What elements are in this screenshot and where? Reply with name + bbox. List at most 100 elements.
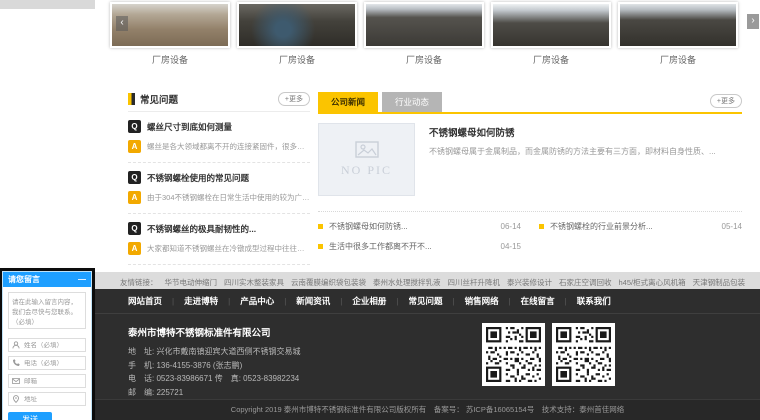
friendly-link[interactable]: 泰州水处理搅拌乳液	[373, 278, 441, 287]
faq-question[interactable]: 螺丝尺寸到底如何测量	[147, 121, 232, 133]
factory-photo[interactable]	[491, 2, 611, 48]
footer-nav-message[interactable]: 在线留言	[521, 295, 555, 307]
gallery-card[interactable]: 厂房设备	[237, 2, 357, 66]
news-tabs: 公司新闻 行业动态 +更多	[318, 92, 742, 114]
footer-nav-contact[interactable]: 联系我们	[577, 295, 611, 307]
gallery-card[interactable]: 厂房设备	[618, 2, 738, 66]
tab-company-news[interactable]: 公司新闻	[318, 92, 378, 112]
tab-industry-news[interactable]: 行业动态	[382, 92, 442, 112]
minimize-icon[interactable]: —	[78, 276, 86, 284]
page: 厂房设备 厂房设备 厂房设备 厂房设备 厂房设备 ‹ › 常见问题 +更多 Q	[0, 0, 760, 420]
phone-input[interactable]	[24, 360, 82, 367]
qr-code	[552, 323, 615, 386]
company-zip: 邮 编: 225721	[128, 386, 760, 400]
footer-nav-home[interactable]: 网站首页	[128, 295, 162, 307]
qr-codes	[482, 323, 615, 386]
gallery-card[interactable]: 厂房设备	[110, 2, 230, 66]
faq-question[interactable]: 不锈钢螺丝的极具耐韧性的...	[147, 223, 256, 235]
photo-caption: 厂房设备	[491, 53, 611, 66]
message-widget-header[interactable]: 请您留言 —	[3, 272, 91, 287]
news-list-item[interactable]: 不锈钢螺母如何防锈... 06-14	[318, 221, 521, 232]
message-widget: 请您留言 —	[2, 271, 92, 420]
footer: 网站首页| 走进博特| 产品中心| 新闻资讯| 企业相册| 常见问题| 销售网络…	[95, 289, 760, 420]
footer-nav-products[interactable]: 产品中心	[240, 295, 274, 307]
section-bar-icon	[128, 93, 135, 105]
nav-separator: |	[452, 297, 454, 306]
footer-nav-about[interactable]: 走进博特	[184, 295, 218, 307]
faq-answer: 大家都知道不锈钢螺丝在冷镦成型过程中往往需要用于不...	[147, 243, 310, 254]
footer-nav-faq[interactable]: 常见问题	[408, 295, 442, 307]
friendly-link[interactable]: h45/柜式离心风机箱	[619, 278, 686, 287]
gallery-card[interactable]: 厂房设备	[491, 2, 611, 66]
nav-separator: |	[340, 297, 342, 306]
friendly-link[interactable]: 云南覆膜编织袋包装袋	[291, 278, 366, 287]
footer-nav-news[interactable]: 新闻资讯	[296, 295, 330, 307]
news-list: 不锈钢螺母如何防锈... 06-14 不锈钢螺栓的行业前景分析... 05-14…	[318, 211, 742, 252]
phone-icon	[12, 359, 20, 367]
company-phone-fax: 电 话: 0523-83986671 传 真: 0523-83982234	[128, 372, 760, 386]
factory-photo[interactable]	[364, 2, 484, 48]
news-item-title[interactable]: 生活中很多工作都离不开不...	[329, 241, 493, 252]
q-badge-icon: Q	[128, 222, 141, 235]
friendly-link[interactable]: 四川丝杆升降机	[448, 278, 501, 287]
photo-caption: 厂房设备	[618, 53, 738, 66]
location-icon	[12, 395, 20, 403]
a-badge-icon: A	[128, 140, 141, 153]
friendly-link[interactable]: 华节电动伸缩门	[165, 278, 218, 287]
message-widget-title: 请您留言	[8, 274, 40, 285]
bullet-icon	[539, 224, 544, 229]
carousel-next-icon[interactable]: ›	[747, 14, 759, 29]
friendly-links-bar: 友情链接：华节电动伸缩门四川实木整装家具云南覆膜编织袋包装袋泰州水处理搅拌乳液四…	[95, 272, 760, 289]
carousel-prev-icon[interactable]: ‹	[116, 16, 128, 31]
company-address: 地 址: 兴化市戴南镇迎宾大道西侧不锈钢交易城	[128, 345, 760, 359]
news-item-date: 04-15	[501, 242, 521, 251]
news-list-item[interactable]: 生活中很多工作都离不开不... 04-15	[318, 241, 521, 252]
faq-answer: 由于304不锈钢螺栓在日常生活中使用的较为广泛，既...	[147, 192, 310, 203]
top-edge-strip	[0, 0, 95, 9]
a-badge-icon: A	[128, 191, 141, 204]
copyright-text: Copyright 2019 泰州市博特不锈钢标准件有限公司版权所有 备案号： …	[95, 399, 760, 420]
photo-caption: 厂房设备	[237, 53, 357, 66]
faq-header: 常见问题 +更多	[128, 92, 310, 112]
news-item-title[interactable]: 不锈钢螺栓的行业前景分析...	[550, 221, 714, 232]
nav-separator: |	[284, 297, 286, 306]
footer-nav-network[interactable]: 销售网络	[465, 295, 499, 307]
a-badge-icon: A	[128, 242, 141, 255]
address-field[interactable]	[8, 392, 86, 406]
news-list-item[interactable]: 不锈钢螺栓的行业前景分析... 05-14	[539, 221, 742, 232]
mail-icon	[12, 377, 20, 385]
send-button[interactable]: 发送	[8, 412, 52, 420]
image-icon	[355, 141, 379, 158]
faq-item: Q 不锈钢螺丝的极具耐韧性的... A 大家都知道不锈钢螺丝在冷镦成型过程中往往…	[128, 214, 310, 265]
gallery-card[interactable]: 厂房设备	[364, 2, 484, 66]
news-item-title[interactable]: 不锈钢螺母如何防锈...	[329, 221, 493, 232]
address-input[interactable]	[24, 396, 82, 403]
featured-news-title[interactable]: 不锈钢螺母如何防锈	[429, 125, 742, 139]
factory-photo[interactable]	[110, 2, 230, 48]
no-pic-label: NO PIC	[341, 163, 392, 178]
footer-nav: 网站首页| 走进博特| 产品中心| 新闻资讯| 企业相册| 常见问题| 销售网络…	[95, 289, 760, 314]
name-field[interactable]	[8, 338, 86, 352]
email-field[interactable]	[8, 374, 86, 388]
email-input[interactable]	[24, 378, 82, 385]
faq-more-button[interactable]: +更多	[278, 92, 310, 106]
phone-field[interactable]	[8, 356, 86, 370]
nav-separator: |	[228, 297, 230, 306]
friendly-link[interactable]: 泰兴装修设计	[507, 278, 552, 287]
friendly-link[interactable]: 石家庄空调回收	[559, 278, 612, 287]
footer-nav-album[interactable]: 企业相册	[352, 295, 386, 307]
factory-photo[interactable]	[618, 2, 738, 48]
news-item-date: 06-14	[501, 222, 521, 231]
no-pic-placeholder[interactable]: NO PIC	[318, 123, 415, 196]
message-textarea[interactable]	[8, 292, 86, 329]
factory-photo[interactable]	[237, 2, 357, 48]
faq-question[interactable]: 不锈钢螺栓使用的常见问题	[147, 172, 249, 184]
friendly-link[interactable]: 四川实木整装家具	[224, 278, 284, 287]
name-input[interactable]	[24, 342, 82, 349]
faq-item: Q 螺丝尺寸到底如何测量 A 螺丝是各大领域都离不开的连接紧固件，很多重大事故的…	[128, 112, 310, 163]
user-icon	[12, 341, 20, 349]
news-more-button[interactable]: +更多	[710, 94, 742, 108]
faq-section-title: 常见问题	[140, 92, 178, 106]
friendly-link[interactable]: 天津钢制品包装	[693, 278, 746, 287]
faq-item: Q 不锈钢螺栓使用的常见问题 A 由于304不锈钢螺栓在日常生活中使用的较为广泛…	[128, 163, 310, 214]
